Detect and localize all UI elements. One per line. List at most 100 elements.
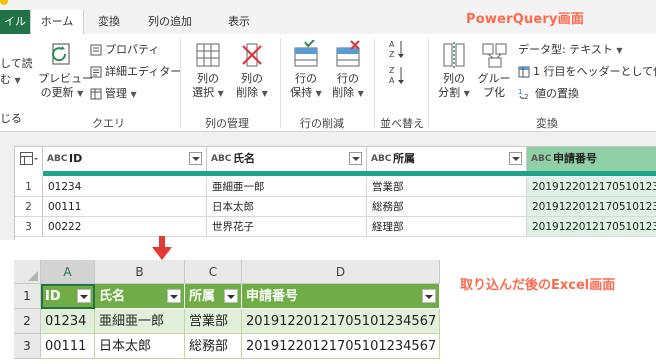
grid-cell[interactable]: 00111 (43, 197, 207, 217)
data-type-dropdown[interactable]: データ型: テキスト ▼ (518, 40, 623, 60)
table-cell[interactable]: 20191220121705101234567 (242, 334, 440, 359)
refresh-label-1: プレビュー (38, 72, 93, 85)
remove-columns-label-2-text: 削除 (236, 86, 259, 99)
grid-cell[interactable]: 20191220121705101234567 (527, 197, 656, 217)
filter-button-icon[interactable] (224, 289, 238, 303)
group-by-button[interactable]: グルー プ化 (472, 36, 516, 112)
grid-cell[interactable]: 00222 (43, 217, 207, 237)
table-cell[interactable]: 00111 (41, 334, 95, 359)
row-number: 2 (15, 197, 43, 217)
column-header-department[interactable]: ABC 所属 (367, 147, 527, 171)
column-header-id[interactable]: ABC ID (43, 147, 207, 171)
split-column-button[interactable]: 列の 分割 ▼ (432, 36, 476, 112)
remove-rows-label-2-text: 削除 (332, 86, 355, 99)
group-separator (428, 38, 429, 128)
group-by-label-2: プ化 (483, 86, 505, 99)
row-header[interactable]: 2 (14, 309, 41, 334)
grid-cell[interactable]: 20191220121705101234567 (527, 217, 656, 237)
filter-dropdown-icon[interactable] (189, 152, 202, 165)
advanced-editor-button[interactable]: 詳細エディター (90, 62, 181, 82)
select-all-corner[interactable] (14, 260, 41, 284)
grid-menu-button[interactable] (15, 147, 43, 171)
group-separator (374, 38, 375, 128)
column-header-application-number[interactable]: ABC 申請番号 (527, 147, 656, 171)
choose-columns-icon (196, 43, 220, 67)
refresh-preview-button[interactable]: プレビュー の更新 ▼ (38, 36, 93, 112)
grid-cell[interactable]: 亜細亜一郎 (207, 177, 367, 197)
table-cell[interactable]: 日本太郎 (95, 334, 185, 359)
caret-icon: ▼ (77, 89, 84, 98)
filter-dropdown-icon[interactable] (349, 152, 362, 165)
column-letter-b[interactable]: B (95, 260, 185, 284)
sort-ascending-button[interactable]: AZ (388, 38, 409, 59)
column-letter-d[interactable]: D (242, 260, 440, 284)
row-header[interactable]: 3 (14, 334, 41, 359)
remove-columns-button[interactable]: 列の 削除 ▼ (230, 36, 274, 112)
remove-rows-label-2: 削除 ▼ (326, 86, 370, 101)
table-header-cell[interactable]: 所属 (185, 284, 242, 309)
grid-cell[interactable]: 世界花子 (207, 217, 367, 237)
grid-cell[interactable]: 01234 (43, 177, 207, 197)
close-load-text: む (0, 73, 11, 86)
caret-icon: ▼ (616, 46, 623, 55)
grid-cell[interactable]: 経理部 (367, 217, 527, 237)
table-header-cell[interactable]: 申請番号 (242, 284, 440, 309)
column-header-name[interactable]: ABC 氏名 (207, 147, 367, 171)
table-cell[interactable]: 亜細亜一郎 (95, 309, 185, 334)
query-preview-grid: ABC ID ABC 氏名 ABC 所属 ABC 申請番号 1 01234 亜細… (14, 146, 656, 240)
close-load-label-2[interactable]: む ▼ (0, 70, 21, 90)
advanced-editor-label: 詳細エディター (105, 65, 182, 78)
column-quality-bar (43, 171, 656, 176)
keep-rows-label-2: 保持 ▼ (284, 86, 328, 101)
grid-cell[interactable]: 総務部 (367, 197, 527, 217)
first-row-header-button[interactable]: 1 行目をヘッダーとして使用 (518, 62, 656, 82)
table-header-cell[interactable]: ID (41, 284, 95, 309)
svg-text:A: A (389, 76, 395, 85)
remove-rows-label-1: 行の (337, 72, 359, 85)
properties-icon (90, 44, 102, 56)
keep-rows-button[interactable]: 行の 保持 ▼ (284, 36, 328, 112)
power-query-window: イル ホーム 変換 列の追加 表示 PowerQuery画面 して読 む ▼ じ… (0, 0, 656, 240)
column-letter-c[interactable]: C (185, 260, 242, 284)
text-type-icon: ABC (47, 154, 68, 164)
table-cell[interactable]: 20191220121705101234567 (242, 309, 440, 334)
column-header-label: 申請番号 (553, 152, 597, 165)
table-cell[interactable]: 営業部 (185, 309, 242, 334)
annotation-excel: 取り込んだ後のExcel画面 (460, 278, 616, 293)
tab-file[interactable]: イル (0, 10, 30, 34)
choose-columns-button[interactable]: 列の 選択 ▼ (186, 36, 230, 112)
table-cell[interactable]: 01234 (41, 309, 95, 334)
excel-sheet: A B C D 1 2 3 ID 氏名 所属 申請番号 01234 亜細亜一郎 … (14, 260, 440, 364)
grid-cell[interactable]: 営業部 (367, 177, 527, 197)
ribbon-tabs: イル ホーム 変換 列の追加 表示 PowerQuery画面 (0, 10, 656, 34)
app-icon (0, 0, 8, 5)
filter-dropdown-icon[interactable] (509, 152, 522, 165)
manage-label: 管理 (105, 87, 127, 100)
filter-button-icon[interactable] (422, 289, 436, 303)
choose-columns-label-2-text: 選択 (192, 86, 215, 99)
grid-cell[interactable]: 日本太郎 (207, 197, 367, 217)
table-header-cell[interactable]: 氏名 (95, 284, 185, 309)
sort-descending-button[interactable]: ZA (388, 64, 409, 85)
text-type-icon: ABC (211, 154, 232, 164)
properties-button[interactable]: プロパティ (90, 40, 159, 60)
column-letter-a[interactable]: A (41, 260, 95, 284)
refresh-icon (52, 43, 70, 65)
caret-icon: ▼ (261, 89, 268, 98)
keep-rows-label-2-text: 保持 (290, 86, 313, 99)
keep-rows-icon (294, 40, 318, 67)
replace-values-button[interactable]: 1 2 値の置換 (518, 84, 579, 104)
grid-cell[interactable]: 20191220121705101234567 (527, 177, 656, 197)
tab-view[interactable]: 表示 (218, 10, 260, 34)
table-cell[interactable]: 総務部 (185, 334, 242, 359)
filter-button-icon[interactable] (167, 289, 181, 303)
column-header-label: 氏名 (233, 152, 255, 165)
filter-button-icon[interactable] (77, 289, 91, 303)
tab-home[interactable]: ホーム (30, 10, 84, 34)
annotation-powerquery: PowerQuery画面 (466, 12, 585, 27)
remove-rows-button[interactable]: 行の 削除 ▼ (326, 36, 370, 112)
tab-add-column[interactable]: 列の追加 (138, 10, 202, 34)
row-header[interactable]: 1 (14, 284, 41, 309)
tab-transform[interactable]: 変換 (88, 10, 130, 34)
manage-button[interactable]: 管理 ▼ (90, 84, 137, 104)
